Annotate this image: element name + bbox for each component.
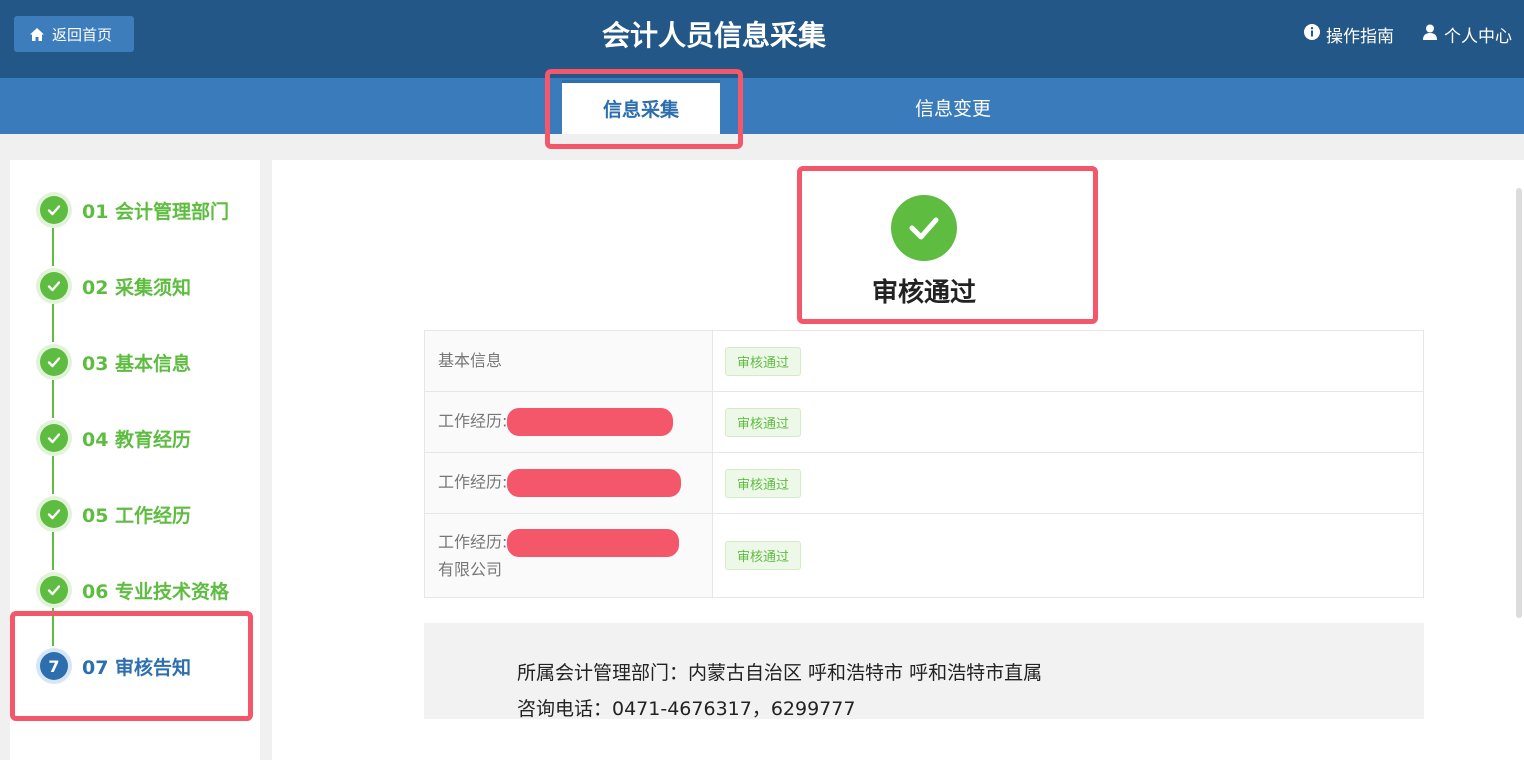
step-label: 06 专业技术资格 — [82, 580, 230, 603]
redacted-block — [507, 469, 682, 497]
table-row: 基本信息 审核通过 — [425, 331, 1423, 392]
step-label: 02 采集须知 — [82, 276, 192, 299]
step-basic-info[interactable]: 03 基本信息 — [36, 344, 191, 380]
row-label: 工作经历: — [425, 453, 713, 513]
check-icon — [40, 424, 68, 452]
status-badge: 审核通过 — [725, 407, 802, 437]
phone-line: 咨询电话：0471-4676317，6299777 — [517, 698, 856, 720]
review-table: 基本信息 审核通过 工作经历: 审核通过 工作经历: 审核通过 工作经历: 有限… — [424, 330, 1424, 598]
step-label: 03 基本信息 — [82, 352, 192, 375]
step-label: 04 教育经历 — [82, 428, 192, 451]
check-icon — [40, 576, 68, 604]
step-connector — [52, 380, 54, 418]
step-education[interactable]: 04 教育经历 — [36, 420, 191, 456]
row-label: 工作经历: 有限公司 — [425, 514, 713, 597]
table-row: 工作经历: 审核通过 — [425, 392, 1423, 453]
guide-label: 操作指南 — [1326, 27, 1394, 47]
step-work-history[interactable]: 05 工作经历 — [36, 496, 191, 532]
check-icon — [40, 500, 68, 528]
check-icon — [40, 196, 68, 224]
row-label: 基本信息 — [425, 331, 713, 391]
table-row: 工作经历: 审核通过 — [425, 453, 1423, 514]
user-icon — [1422, 24, 1438, 45]
step-connector — [52, 228, 54, 266]
guide-link[interactable]: 操作指南 — [1304, 22, 1394, 47]
step-professional-qualification[interactable]: 06 专业技术资格 — [36, 572, 229, 608]
step-connector — [52, 532, 54, 570]
step-label: 01 会计管理部门 — [82, 200, 230, 223]
success-check-icon — [891, 195, 957, 261]
status-badge: 审核通过 — [725, 468, 802, 498]
step-review-notice[interactable]: 7 07 审核告知 — [36, 648, 191, 684]
row-label: 工作经历: — [425, 392, 713, 452]
redacted-block — [507, 408, 674, 436]
user-center-label: 个人中心 — [1444, 27, 1512, 47]
top-bar: 返回首页 会计人员信息采集 操作指南 个人中心 — [0, 0, 1524, 78]
status-badge: 审核通过 — [725, 346, 802, 376]
step-label: 05 工作经历 — [82, 504, 192, 527]
step-connector — [52, 304, 54, 342]
page-title: 会计人员信息采集 — [601, 19, 826, 52]
tab-info-change[interactable]: 信息变更 — [872, 80, 1034, 134]
tab-bar: 信息采集 信息变更 — [0, 78, 1524, 134]
step-label: 07 审核告知 — [82, 656, 192, 679]
redacted-block — [507, 528, 680, 557]
check-icon — [40, 348, 68, 376]
step-connector — [52, 456, 54, 494]
info-icon — [1304, 24, 1320, 45]
status-badge: 审核通过 — [725, 541, 802, 570]
step-number: 7 — [40, 652, 68, 680]
dept-info-box: 所属会计管理部门：内蒙古自治区 呼和浩特市 呼和浩特市直属 咨询电话：0471-… — [424, 623, 1424, 720]
review-result-title: 审核通过 — [871, 278, 976, 308]
step-collection-notice[interactable]: 02 采集须知 — [36, 268, 191, 304]
step-connector — [52, 608, 54, 646]
table-row: 工作经历: 有限公司 审核通过 — [425, 514, 1423, 597]
dept-line: 所属会计管理部门：内蒙古自治区 呼和浩特市 呼和浩特市直属 — [517, 662, 1043, 684]
scrollbar[interactable] — [1516, 188, 1522, 618]
check-icon — [40, 272, 68, 300]
user-center-link[interactable]: 个人中心 — [1422, 22, 1512, 47]
step-accounting-dept[interactable]: 01 会计管理部门 — [36, 192, 229, 228]
tab-info-collection[interactable]: 信息采集 — [562, 80, 720, 134]
